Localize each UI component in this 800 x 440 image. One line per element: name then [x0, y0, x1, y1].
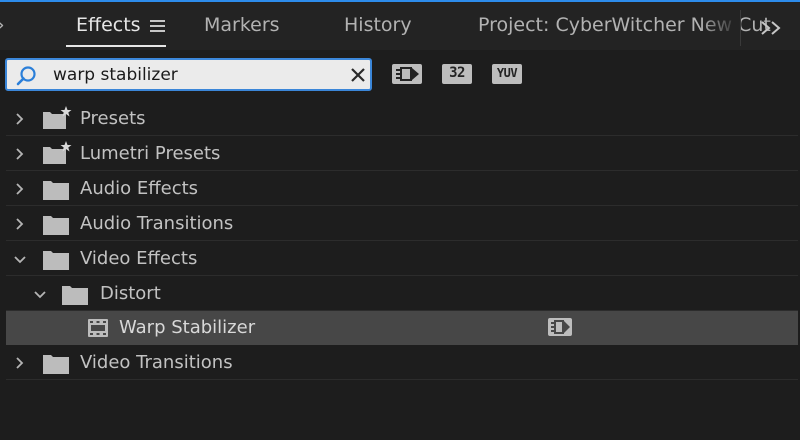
chevron-right-icon[interactable]	[14, 218, 26, 230]
accelerated-effects-icon	[396, 67, 419, 81]
clear-search-icon[interactable]	[350, 67, 366, 83]
tree-item-label: Video Effects	[80, 248, 198, 269]
search-icon	[16, 66, 36, 86]
preset-folder-icon	[43, 141, 72, 164]
tree-item-label: Video Transitions	[80, 352, 233, 373]
panel-menu-icon[interactable]	[150, 19, 166, 33]
accelerated-effects-filter-button[interactable]	[392, 64, 422, 84]
tree-item-audio-effects[interactable]: Audio Effects	[6, 172, 798, 206]
tree-item-warp-stabilizer[interactable]: Warp Stabilizer	[6, 311, 798, 345]
tab-markers[interactable]: Markers	[204, 14, 280, 36]
tree-item-video-transitions[interactable]: Video Transitions	[6, 346, 798, 380]
folder-icon	[43, 181, 69, 200]
folder-icon	[43, 355, 69, 374]
active-panel-accent	[0, 0, 800, 2]
folder-icon	[43, 216, 69, 235]
yuv-filter-button[interactable]: YUV	[492, 64, 522, 84]
chevron-right-icon[interactable]	[14, 357, 26, 369]
tree-item-lumetri-presets[interactable]: Lumetri Presets	[6, 137, 798, 171]
tree-item-label: Presets	[80, 108, 146, 129]
chevron-down-icon[interactable]	[34, 289, 46, 301]
tab-history[interactable]: History	[344, 14, 412, 36]
tree-item-presets[interactable]: Presets	[6, 102, 798, 136]
tree-item-distort[interactable]: Distort	[6, 277, 798, 311]
tree-item-label: Lumetri Presets	[80, 143, 221, 164]
active-tab-underline	[66, 45, 166, 47]
32-bit-filter-button[interactable]: 32	[442, 64, 472, 84]
tab-scroll-left-icon[interactable]: ›	[0, 14, 5, 36]
accelerated-effect-badge	[548, 318, 572, 336]
tree-item-label: Audio Effects	[80, 178, 199, 199]
32-bit-label: 32	[449, 65, 465, 81]
tree-item-label: Warp Stabilizer	[119, 317, 256, 338]
preset-folder-icon	[43, 106, 72, 129]
chevron-right-icon[interactable]	[14, 148, 26, 160]
tree-item-video-effects[interactable]: Video Effects	[6, 242, 798, 276]
chevron-right-icon[interactable]	[14, 113, 26, 125]
folder-icon	[62, 286, 88, 305]
tree-item-label: Audio Transitions	[80, 213, 234, 234]
tab-effects[interactable]: Effects	[76, 14, 141, 36]
effect-icon	[88, 319, 108, 337]
chevron-down-icon[interactable]	[14, 254, 26, 266]
effects-tree: Presets Lumetri Presets Audio Effects Au…	[0, 100, 800, 440]
panel-tab-bar: › Effects Markers History Project: Cyber…	[0, 0, 800, 50]
folder-icon	[43, 251, 69, 270]
accelerated-effects-icon	[551, 320, 570, 334]
chevron-right-icon[interactable]	[14, 183, 26, 195]
tab-divider	[740, 10, 741, 46]
tab-overflow-icon[interactable]	[752, 20, 796, 35]
search-input[interactable]	[53, 63, 343, 87]
search-field[interactable]	[5, 58, 372, 91]
yuv-label: YUV	[496, 66, 518, 80]
tree-item-audio-transitions[interactable]: Audio Transitions	[6, 207, 798, 241]
tab-overflow-fade	[700, 4, 740, 44]
tree-item-label: Distort	[100, 283, 161, 304]
